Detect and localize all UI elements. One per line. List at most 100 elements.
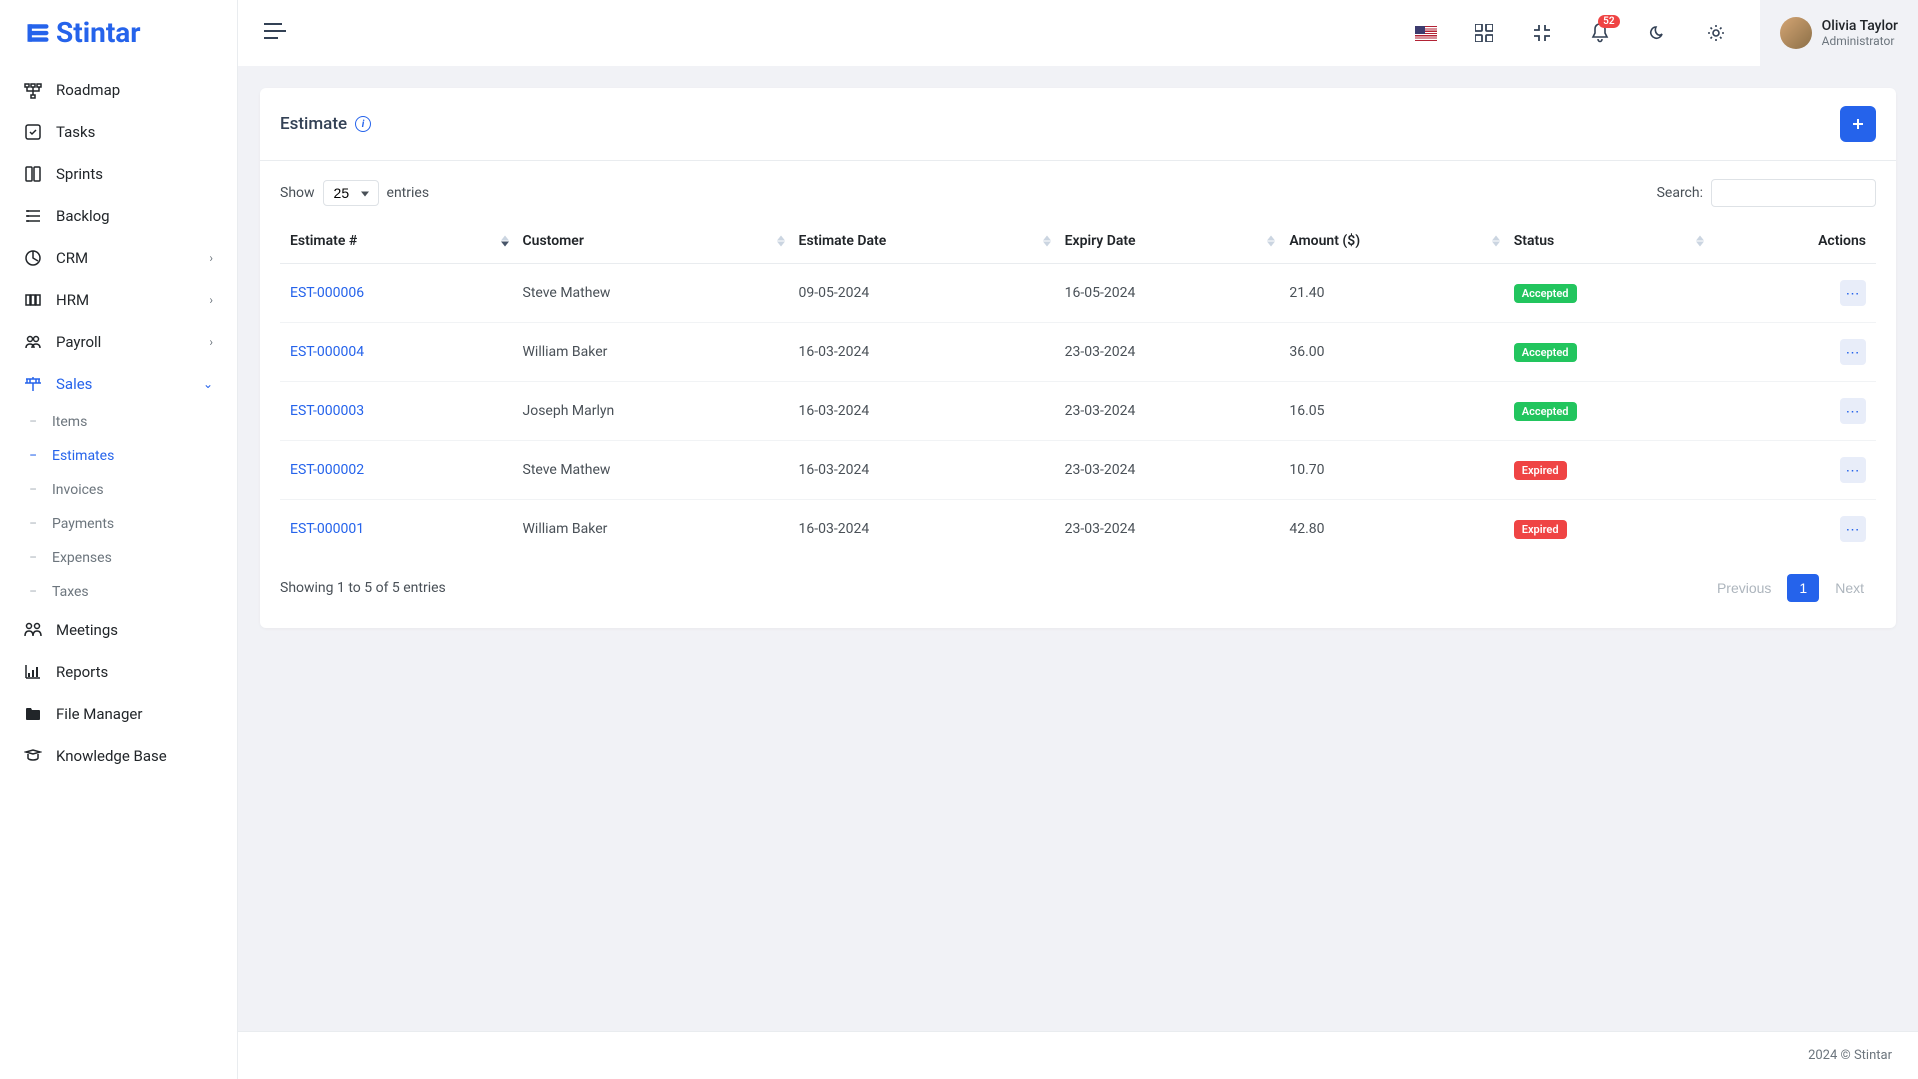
cell-expiry: 23-03-2024	[1055, 382, 1280, 441]
col-status[interactable]: Status	[1504, 219, 1708, 264]
sidebar-item-label: Sprints	[56, 165, 213, 183]
page-title: Estimate i	[280, 114, 371, 134]
cell-amount: 21.40	[1279, 264, 1503, 323]
avatar	[1780, 17, 1812, 49]
status-badge: Accepted	[1514, 402, 1577, 421]
estimate-link[interactable]: EST-000004	[290, 344, 364, 360]
info-icon[interactable]: i	[355, 116, 371, 132]
subnav-item-estimates[interactable]: −Estimates	[0, 439, 237, 473]
cell-expiry: 23-03-2024	[1055, 441, 1280, 500]
table-row: EST-000001William Baker16-03-202423-03-2…	[280, 500, 1876, 559]
status-badge: Expired	[1514, 461, 1567, 480]
estimate-link[interactable]: EST-000006	[290, 285, 364, 301]
user-menu[interactable]: Olivia Taylor Administrator	[1760, 0, 1918, 66]
sidebar-item-file-manager[interactable]: File Manager	[0, 693, 237, 735]
footer: 2024 © Stintar	[238, 1031, 1918, 1079]
sort-icon	[1267, 236, 1275, 247]
sidebar-item-payroll[interactable]: Payroll›	[0, 321, 237, 363]
estimate-link[interactable]: EST-000003	[290, 403, 364, 419]
page-next[interactable]: Next	[1823, 574, 1876, 602]
table-info: Showing 1 to 5 of 5 entries	[280, 580, 446, 596]
cell-amount: 16.05	[1279, 382, 1503, 441]
cell-date: 16-03-2024	[789, 382, 1055, 441]
estimate-card: Estimate i Show	[260, 88, 1896, 628]
user-role: Administrator	[1822, 34, 1898, 48]
gear-icon	[1706, 23, 1726, 43]
plus-icon	[1852, 118, 1864, 130]
table-row: EST-000006Steve Mathew09-05-202416-05-20…	[280, 264, 1876, 323]
col-expiry-date[interactable]: Expiry Date	[1055, 219, 1280, 264]
subnav-item-expenses[interactable]: −Expenses	[0, 541, 237, 575]
menu-toggle[interactable]	[264, 22, 286, 44]
language-selector[interactable]	[1406, 13, 1446, 53]
sidebar-item-knowledge-base[interactable]: Knowledge Base	[0, 735, 237, 777]
search-input[interactable]	[1711, 179, 1876, 207]
crm-icon	[24, 249, 42, 267]
notification-badge: 52	[1598, 15, 1619, 28]
sidebar-item-tasks[interactable]: Tasks	[0, 111, 237, 153]
minimize-icon	[1533, 24, 1551, 42]
col-estimate-date[interactable]: Estimate Date	[789, 219, 1055, 264]
subnav-item-payments[interactable]: −Payments	[0, 507, 237, 541]
fullscreen-button[interactable]	[1522, 13, 1562, 53]
page-current[interactable]: 1	[1787, 574, 1819, 602]
tasks-icon	[24, 123, 42, 141]
cell-amount: 10.70	[1279, 441, 1503, 500]
subnav-label: Taxes	[52, 584, 89, 600]
sidebar-item-crm[interactable]: CRM›	[0, 237, 237, 279]
estimate-link[interactable]: EST-000002	[290, 462, 364, 478]
cell-date: 16-03-2024	[789, 500, 1055, 559]
subnav-label: Estimates	[52, 448, 114, 464]
sales-icon	[24, 375, 42, 393]
subnav-item-items[interactable]: −Items	[0, 405, 237, 439]
apps-grid-button[interactable]	[1464, 13, 1504, 53]
entries-select[interactable]: 25	[323, 180, 379, 206]
roadmap-icon	[24, 81, 42, 99]
sidebar-item-roadmap[interactable]: Roadmap	[0, 69, 237, 111]
brand-logo[interactable]: Stintar	[0, 0, 237, 69]
sidebar-item-label: Backlog	[56, 207, 213, 225]
row-actions-button[interactable]: ⋯	[1840, 516, 1866, 542]
theme-toggle[interactable]	[1638, 13, 1678, 53]
sidebar-item-meetings[interactable]: Meetings	[0, 609, 237, 651]
cell-expiry: 23-03-2024	[1055, 323, 1280, 382]
sidebar: Stintar Roadmap Tasks Sprints Backlog CRM›HR…	[0, 0, 238, 1079]
col-customer[interactable]: Customer	[513, 219, 789, 264]
subnav-item-taxes[interactable]: −Taxes	[0, 575, 237, 609]
chevron-right-icon: ›	[209, 293, 213, 307]
sidebar-item-label: Meetings	[56, 621, 213, 639]
row-actions-button[interactable]: ⋯	[1840, 280, 1866, 306]
chevron-down-icon: ⌄	[203, 377, 213, 391]
sidebar-item-reports[interactable]: Reports	[0, 651, 237, 693]
sidebar-item-backlog[interactable]: Backlog	[0, 195, 237, 237]
sidebar-item-hrm[interactable]: HRM›	[0, 279, 237, 321]
col-estimate-no[interactable]: Estimate #	[280, 219, 513, 264]
sort-icon	[1043, 236, 1051, 247]
notifications-button[interactable]: 52	[1580, 13, 1620, 53]
page-prev[interactable]: Previous	[1705, 574, 1783, 602]
settings-button[interactable]	[1696, 13, 1736, 53]
subnav-label: Items	[52, 414, 87, 430]
sort-icon	[1492, 236, 1500, 247]
sidebar-item-label: Roadmap	[56, 81, 213, 99]
subnav-item-invoices[interactable]: −Invoices	[0, 473, 237, 507]
payroll-icon	[24, 333, 42, 351]
estimate-link[interactable]: EST-000001	[290, 521, 364, 537]
row-actions-button[interactable]: ⋯	[1840, 457, 1866, 483]
sprints-icon	[24, 165, 42, 183]
cell-expiry: 23-03-2024	[1055, 500, 1280, 559]
row-actions-button[interactable]: ⋯	[1840, 339, 1866, 365]
brand-name: Stintar	[56, 16, 141, 49]
sidebar-item-label: File Manager	[56, 705, 213, 723]
add-estimate-button[interactable]	[1840, 106, 1876, 142]
sort-icon	[501, 236, 509, 247]
sidebar-item-sprints[interactable]: Sprints	[0, 153, 237, 195]
col-amount[interactable]: Amount ($)	[1279, 219, 1503, 264]
sort-icon	[777, 236, 785, 247]
cell-date: 16-03-2024	[789, 323, 1055, 382]
sidebar-item-label: Payroll	[56, 333, 195, 351]
row-actions-button[interactable]: ⋯	[1840, 398, 1866, 424]
sidebar-item-sales[interactable]: Sales⌄	[0, 363, 237, 405]
hrm-icon	[24, 291, 42, 309]
knowledge-base-icon	[24, 747, 42, 765]
